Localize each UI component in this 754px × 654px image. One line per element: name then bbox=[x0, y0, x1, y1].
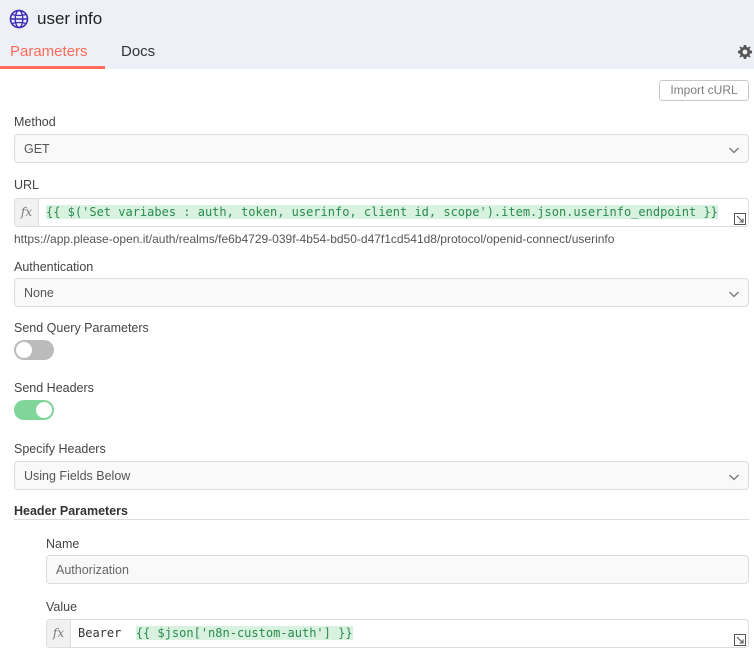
send-headers-toggle[interactable] bbox=[14, 400, 54, 420]
toggle-knob bbox=[36, 402, 52, 418]
chevron-down-icon bbox=[728, 143, 740, 155]
url-label: URL bbox=[14, 178, 40, 192]
send-query-toggle[interactable] bbox=[14, 340, 54, 360]
globe-icon bbox=[9, 9, 29, 29]
specify-headers-select[interactable]: Using Fields Below bbox=[14, 461, 749, 490]
chevron-down-icon bbox=[728, 287, 740, 299]
specify-headers-value: Using Fields Below bbox=[24, 469, 131, 483]
authentication-label: Authentication bbox=[14, 260, 94, 274]
authentication-select[interactable]: None bbox=[14, 278, 749, 307]
method-select[interactable]: GET bbox=[14, 134, 749, 163]
fx-icon: fx bbox=[15, 199, 39, 226]
gear-icon[interactable] bbox=[737, 44, 753, 60]
tab-docs[interactable]: Docs bbox=[121, 43, 155, 60]
send-headers-label: Send Headers bbox=[14, 381, 94, 395]
url-expression-field[interactable]: fx {{ $('Set variabes : auth, token, use… bbox=[14, 198, 749, 227]
node-title[interactable]: user info bbox=[37, 9, 102, 29]
url-resolved-preview: https://app.please-open.it/auth/realms/f… bbox=[14, 232, 615, 246]
header-value-variable: {{ $json['n8n-custom-auth'] }} bbox=[135, 626, 353, 640]
expand-icon[interactable] bbox=[734, 212, 746, 225]
header-name-value: Authorization bbox=[56, 563, 129, 577]
send-query-label: Send Query Parameters bbox=[14, 321, 149, 335]
expand-icon[interactable] bbox=[734, 633, 746, 646]
header-value-expression-field[interactable]: fx Bearer {{ $json['n8n-custom-auth'] }} bbox=[46, 619, 749, 648]
node-header: user info Parameters Docs bbox=[0, 0, 754, 69]
method-value: GET bbox=[24, 142, 50, 156]
header-name-label: Name bbox=[46, 537, 80, 551]
header-value-prefix: Bearer bbox=[78, 626, 122, 640]
specify-headers-label: Specify Headers bbox=[14, 442, 106, 456]
url-expression: {{ $('Set variabes : auth, token, userin… bbox=[46, 205, 718, 219]
node-title-row: user info bbox=[9, 9, 102, 29]
tab-parameters[interactable]: Parameters bbox=[10, 43, 88, 60]
chevron-down-icon bbox=[728, 470, 740, 482]
active-tab-indicator bbox=[0, 66, 105, 69]
authentication-value: None bbox=[24, 286, 54, 300]
import-curl-button[interactable]: Import cURL bbox=[659, 80, 749, 101]
fx-icon: fx bbox=[47, 620, 71, 647]
header-value-label: Value bbox=[46, 600, 78, 614]
toggle-knob bbox=[16, 342, 32, 358]
header-value-expression: Bearer {{ $json['n8n-custom-auth'] }} bbox=[78, 626, 353, 640]
section-divider bbox=[14, 519, 749, 520]
header-name-input[interactable]: Authorization bbox=[46, 555, 749, 584]
method-label: Method bbox=[14, 115, 56, 129]
header-parameters-heading: Header Parameters bbox=[14, 504, 128, 518]
